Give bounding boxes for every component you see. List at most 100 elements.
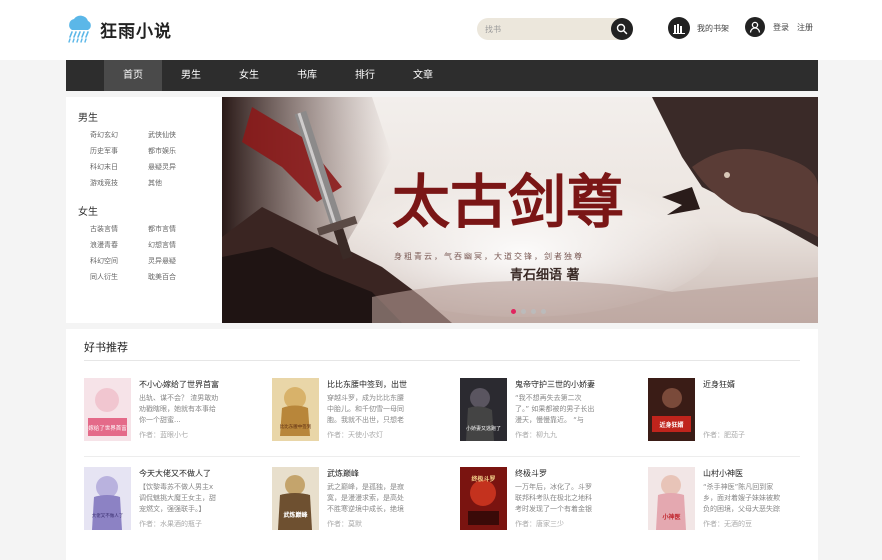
book-cover: 大佬又不做人了	[84, 467, 131, 530]
book-card[interactable]: 近身狂婿 近身狂婿 作者：肥茄子	[648, 378, 826, 442]
book-card[interactable]: 嫁给了世界首富 不小心嫁给了世界首富 出轨、谋不会？ 渣男敢劝劝戳瞎眼，她就有本…	[84, 378, 262, 442]
book-cover: 终极斗罗	[460, 467, 507, 530]
bookshelf-link[interactable]: 我的书架	[668, 17, 729, 39]
book-author: 作者：天使小农灯	[327, 431, 383, 439]
search-button[interactable]	[611, 18, 633, 40]
nav-ranking[interactable]: 排行	[336, 60, 394, 91]
banner-pagination	[222, 309, 818, 314]
banner-dot[interactable]	[540, 309, 546, 314]
banner-artwork: 太古剑尊 身粗青云，气吞幽冥，大道交锋，剑者独尊 青石细语 著	[222, 97, 818, 323]
female-category-list: 古装言情 都市言情 浪漫青春 幻想言情 科幻空间 灵异悬疑 同人衍生 耽美百合	[90, 224, 222, 283]
register-link[interactable]: 注册	[797, 22, 813, 33]
book-author: 作者：肥茄子	[703, 431, 745, 439]
category-link[interactable]: 科幻空间	[90, 256, 148, 267]
book-title[interactable]: 近身狂婿	[703, 379, 823, 390]
category-link[interactable]: 奇幻玄幻	[90, 130, 148, 141]
rain-cloud-icon	[68, 15, 91, 43]
cover-title: 小神医	[661, 513, 680, 521]
book-cover: 小娇妻又逃跑了	[460, 378, 507, 441]
cover-title: 比比东腰中签到	[280, 423, 312, 430]
book-title[interactable]: 终极斗罗	[515, 468, 635, 479]
banner-dot[interactable]	[510, 309, 516, 314]
book-description: “杀手神医”陈凡回到家乡，面对着嫂子妹妹被欺负的困境，父母大恶失踪的绝	[703, 483, 780, 513]
male-category-title: 男生	[78, 113, 98, 124]
search-box	[477, 18, 633, 40]
book-card[interactable]: 小娇妻又逃跑了 鬼帝守护三世的小娇妻 “我不想再失去第二次了。” 如果都被的男子…	[460, 378, 638, 442]
book-cover: 近身狂婿	[648, 378, 695, 441]
book-description: 【饮黎毒苏不做人男主x调侃魅挑大魔王女主，甜宠燃文，强强联手。】 【简介	[139, 483, 216, 513]
category-link[interactable]: 其他	[148, 178, 206, 189]
bookshelf-icon	[668, 17, 690, 39]
hero-banner[interactable]: 太古剑尊 身粗青云，气吞幽冥，大道交锋，剑者独尊 青石细语 著	[222, 97, 818, 323]
book-author: 作者：莫默	[327, 520, 362, 528]
main-nav: 首页 男生 女生 书库 排行 文章	[66, 60, 818, 91]
book-author: 作者：蓝眼小七	[139, 431, 188, 439]
category-link[interactable]: 浪漫青春	[90, 240, 148, 251]
banner-dot[interactable]	[520, 309, 526, 314]
book-title[interactable]: 今天大佬又不做人了	[139, 468, 259, 479]
login-link[interactable]: 登录	[773, 22, 789, 33]
book-cover: 比比东腰中签到	[272, 378, 319, 441]
category-link[interactable]: 历史军事	[90, 146, 148, 157]
category-link[interactable]: 古装言情	[90, 224, 148, 235]
female-category-title: 女生	[78, 207, 98, 218]
book-description: 出轨、谋不会？ 渣男敢劝劝戳瞎眼，她就有本事给你一个甜蜜...	[139, 394, 219, 424]
book-author: 作者：水果酒的瓶子	[139, 520, 202, 528]
site-name: 狂雨小说	[100, 21, 172, 42]
search-icon	[616, 23, 628, 35]
male-category-list: 奇幻玄幻 武侠仙侠 历史军事 都市娱乐 科幻末日 悬疑灵异 游戏竞技 其他	[90, 130, 222, 189]
recommend-section: 好书推荐 嫁给了世界首富 不小心嫁给了世界首富 出轨、谋不会？ 渣男敢劝劝戳瞎眼…	[66, 329, 818, 560]
banner-author: 青石细语 著	[510, 267, 580, 283]
category-link[interactable]: 同人衍生	[90, 272, 148, 283]
book-card[interactable]: 小神医 山村小神医 “杀手神医”陈凡回到家乡，面对着嫂子妹妹被欺负的困境，父母大…	[648, 467, 826, 531]
book-description	[703, 393, 783, 426]
category-link[interactable]: 游戏竞技	[90, 178, 148, 189]
nav-library[interactable]: 书库	[278, 60, 336, 91]
book-cover: 小神医	[648, 467, 695, 530]
banner-tagline: 身粗青云，气吞幽冥，大道交锋，剑者独尊	[394, 251, 584, 261]
book-card[interactable]: 终极斗罗 终极斗罗 一万年后，冰化了。斗罗联邦科考队在极北之地科考时发现了一个有…	[460, 467, 638, 531]
book-cover: 嫁给了世界首富	[84, 378, 131, 441]
book-author: 作者：唐家三少	[515, 520, 564, 528]
category-link[interactable]: 悬疑灵异	[148, 162, 206, 173]
book-description: 武之巅峰，是孤独，是寂寞，是漫漫求索，是高处不胜寒逆境中成长，绝境里求	[327, 483, 404, 513]
book-title[interactable]: 比比东腰中签到，出世	[327, 379, 447, 390]
book-description: 穿越斗罗，成为比比东腰中胎儿。和千仞雪一母同胞。我就不出世，只想老老实实	[327, 394, 404, 424]
cover-title: 大佬又不做人了	[92, 512, 124, 519]
cover-title: 武炼巅峰	[283, 511, 308, 519]
divider	[84, 360, 800, 361]
divider	[84, 456, 800, 457]
user-icon[interactable]	[745, 17, 765, 37]
site-logo[interactable]: 狂雨小说	[66, 12, 172, 46]
cover-title: 嫁给了世界首富	[88, 424, 127, 432]
cover-title: 近身狂婿	[659, 421, 683, 429]
book-card[interactable]: 大佬又不做人了 今天大佬又不做人了 【饮黎毒苏不做人男主x调侃魅挑大魔王女主，甜…	[84, 467, 262, 531]
nav-male[interactable]: 男生	[162, 60, 220, 91]
book-description: “我不想再失去第二次了。” 如果都被的男子长出漫天，慢慢靠近。 “与	[515, 394, 595, 424]
nav-female[interactable]: 女生	[220, 60, 278, 91]
book-title[interactable]: 山村小神医	[703, 468, 823, 479]
category-link[interactable]: 科幻末日	[90, 162, 148, 173]
nav-home[interactable]: 首页	[104, 60, 162, 91]
book-title[interactable]: 不小心嫁给了世界首富	[139, 379, 259, 390]
bookshelf-label: 我的书架	[697, 23, 729, 33]
book-card[interactable]: 武炼巅峰 武炼巅峰 武之巅峰，是孤独，是寂寞，是漫漫求索，是高处不胜寒逆境中成长…	[272, 467, 450, 531]
banner-title: 太古剑尊	[392, 168, 624, 236]
category-link[interactable]: 灵异悬疑	[148, 256, 206, 267]
site-header: 狂雨小说 我的书架 登录 注册	[0, 0, 882, 60]
search-input[interactable]	[485, 21, 609, 37]
category-link[interactable]: 耽美百合	[148, 272, 206, 283]
book-title[interactable]: 武炼巅峰	[327, 468, 447, 479]
user-area: 登录 注册	[745, 17, 813, 37]
banner-dot[interactable]	[530, 309, 536, 314]
cover-title: 终极斗罗	[470, 475, 495, 483]
book-card[interactable]: 比比东腰中签到 比比东腰中签到，出世 穿越斗罗，成为比比东腰中胎儿。和千仞雪一母…	[272, 378, 450, 442]
recommend-title: 好书推荐	[84, 341, 128, 354]
category-link[interactable]: 武侠仙侠	[148, 130, 206, 141]
nav-articles[interactable]: 文章	[394, 60, 452, 91]
category-link[interactable]: 都市言情	[148, 224, 206, 235]
cover-title: 小娇妻又逃跑了	[466, 425, 501, 432]
category-link[interactable]: 都市娱乐	[148, 146, 206, 157]
book-title[interactable]: 鬼帝守护三世的小娇妻	[515, 379, 635, 390]
category-link[interactable]: 幻想言情	[148, 240, 206, 251]
